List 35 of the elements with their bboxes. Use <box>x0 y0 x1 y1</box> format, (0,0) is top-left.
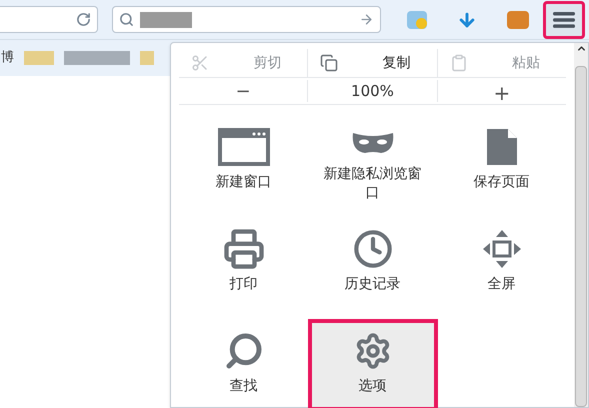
menu-icon <box>553 12 576 28</box>
blurred-bookmark <box>140 51 154 65</box>
zoom-out-button[interactable]: − <box>179 78 308 104</box>
scroll-thumb[interactable] <box>575 66 587 407</box>
download-icon[interactable] <box>457 10 478 30</box>
go-arrow-icon[interactable] <box>359 12 374 27</box>
menu-item[interactable]: 选项 <box>308 319 438 408</box>
address-field[interactable] <box>0 6 98 33</box>
fullscreen-icon <box>482 229 522 269</box>
zoom-in-button[interactable]: + <box>438 78 566 104</box>
copy-icon <box>320 54 338 72</box>
menu-button[interactable] <box>543 0 585 38</box>
search-icon <box>118 12 134 27</box>
clipboard-icon <box>450 54 468 72</box>
bookmark-label[interactable]: 博 <box>1 48 14 68</box>
zoom-level[interactable]: 100% <box>307 80 438 102</box>
search-field[interactable] <box>112 6 382 33</box>
menu-item[interactable]: 查找 <box>178 319 308 408</box>
blurred-text <box>140 12 192 28</box>
search-icon <box>224 331 264 371</box>
menu-item[interactable]: 新建窗口 <box>178 115 308 207</box>
menu-item[interactable]: 打印 <box>178 217 308 309</box>
edit-button[interactable]: 复制 <box>307 49 437 77</box>
reload-icon[interactable] <box>76 12 91 27</box>
scissors-icon <box>191 54 209 72</box>
menu-item[interactable]: 新建隐私浏览窗口 <box>308 115 438 207</box>
scrollbar[interactable] <box>574 43 588 407</box>
menu-item[interactable]: 历史记录 <box>308 217 438 309</box>
blurred-bookmark <box>64 51 130 65</box>
menu-item[interactable]: 保存页面 <box>436 115 566 207</box>
clock-icon <box>352 229 392 269</box>
blurred-bookmark <box>24 51 54 65</box>
menu-item[interactable]: 全屏 <box>436 217 566 309</box>
printer-icon <box>222 228 264 270</box>
window-icon <box>218 128 270 166</box>
